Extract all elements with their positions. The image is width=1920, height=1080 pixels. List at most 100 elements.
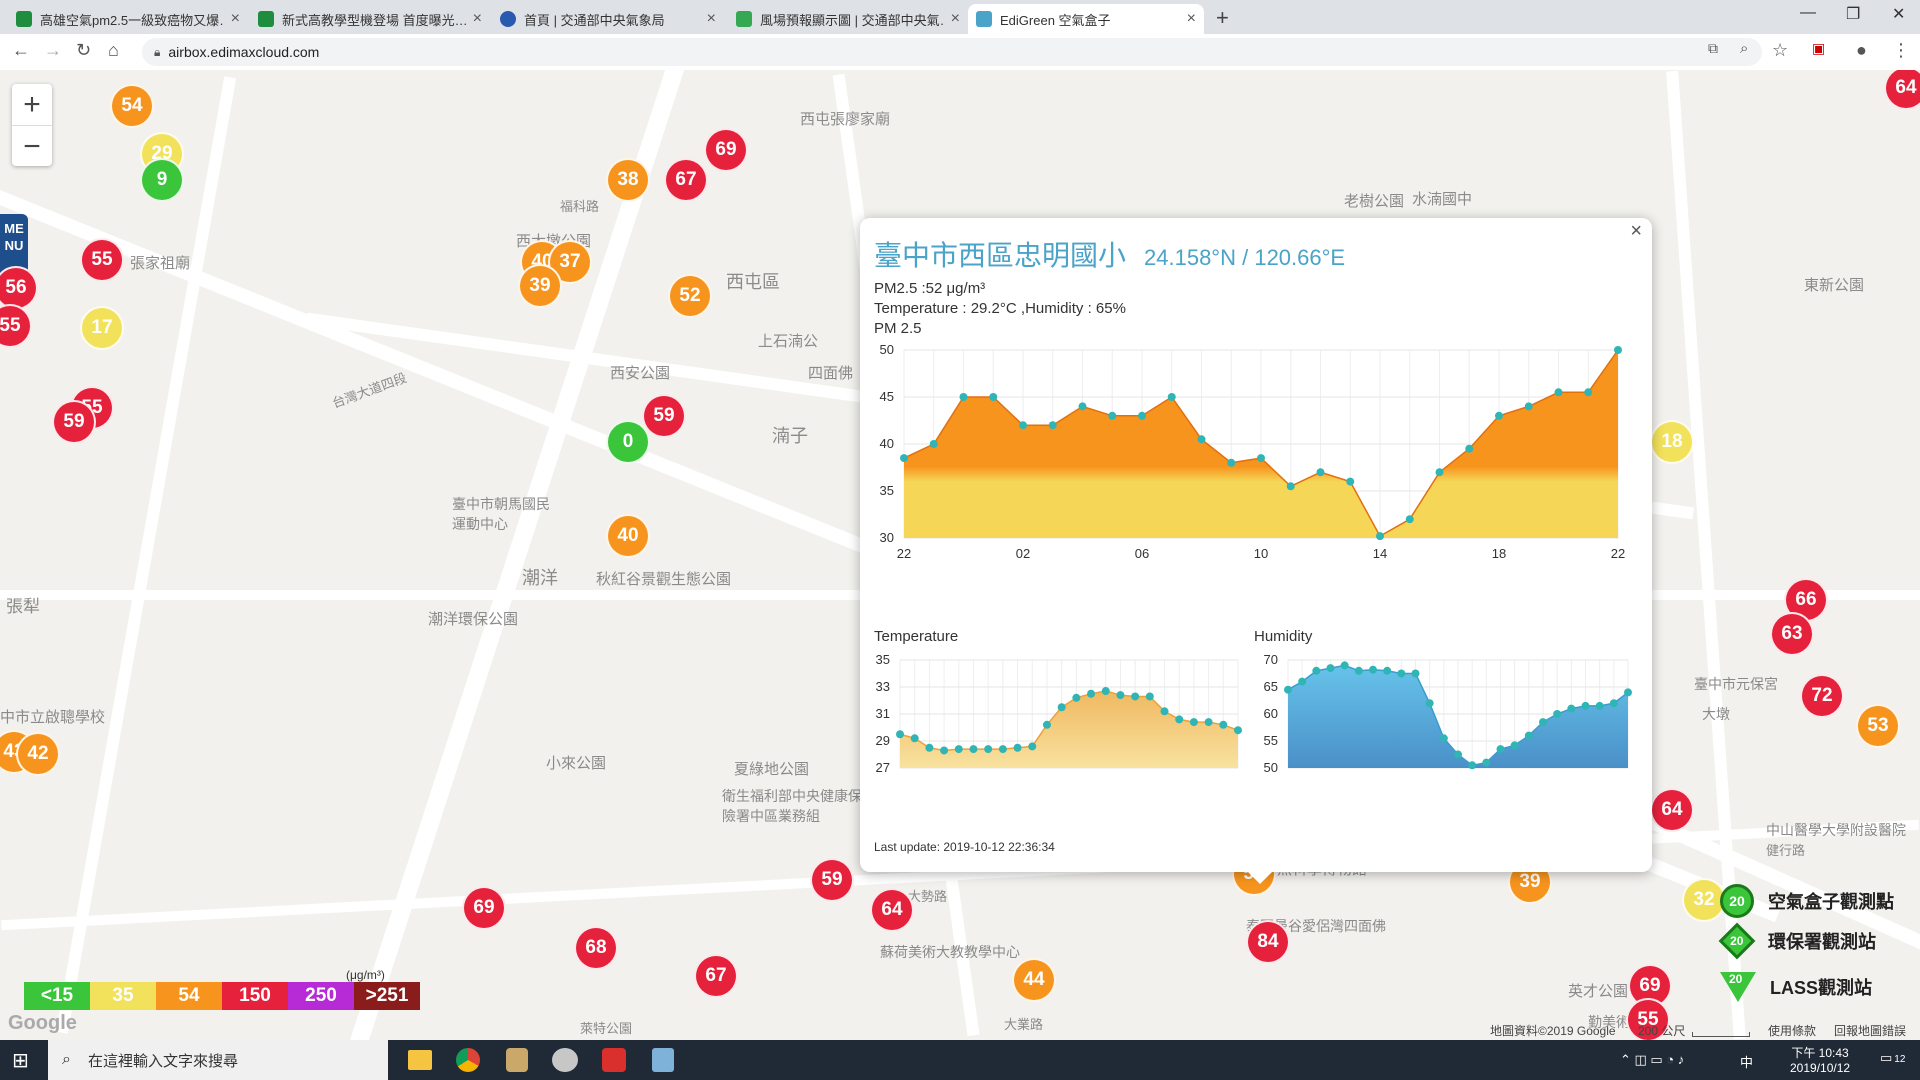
chrome-icon[interactable] bbox=[456, 1048, 480, 1072]
y-tick-label: 70 bbox=[1264, 652, 1278, 667]
close-tab-icon[interactable]: × bbox=[1187, 10, 1196, 28]
zoom-in-button[interactable]: + bbox=[12, 84, 52, 125]
station-legend-epa[interactable]: 20 環保署觀測站 bbox=[1718, 922, 1876, 960]
station-marker[interactable]: 67 bbox=[664, 158, 708, 202]
terms-link[interactable]: 使用條款 bbox=[1768, 1022, 1816, 1039]
taskbar-search-input[interactable]: ⌕ 在這裡輸入文字來搜尋 bbox=[48, 1040, 388, 1080]
station-marker[interactable]: 64 bbox=[870, 888, 914, 932]
station-legend-lass[interactable]: 20 LASS觀測站 bbox=[1720, 972, 1872, 1002]
y-tick-label: 40 bbox=[880, 436, 894, 451]
station-marker[interactable]: 59 bbox=[52, 400, 96, 444]
legend-item: >251 bbox=[354, 982, 420, 1010]
station-marker[interactable]: 18 bbox=[1650, 420, 1694, 464]
home-icon[interactable]: ⌂ bbox=[108, 40, 119, 61]
data-point bbox=[1340, 661, 1349, 670]
close-popup-button[interactable]: × bbox=[1630, 220, 1642, 243]
close-tab-icon[interactable]: × bbox=[951, 10, 960, 28]
station-marker[interactable]: 59 bbox=[810, 858, 854, 902]
forward-icon[interactable]: → bbox=[44, 40, 62, 61]
data-point bbox=[1496, 745, 1505, 754]
tab-3[interactable]: 風場預報顯示圖 | 交通部中央氣… × bbox=[728, 4, 968, 34]
y-tick-label: 65 bbox=[1264, 679, 1278, 694]
app-icon[interactable] bbox=[552, 1048, 578, 1072]
station-legend-label: LASS觀測站 bbox=[1770, 978, 1873, 998]
app-icon[interactable] bbox=[652, 1048, 674, 1072]
profile-icon[interactable]: ● bbox=[1856, 40, 1867, 61]
tab-2[interactable]: 首頁 | 交通部中央氣象局 × bbox=[492, 4, 724, 34]
station-legend-label: 空氣盒子觀測點 bbox=[1768, 892, 1894, 912]
y-tick-label: 29 bbox=[876, 733, 890, 748]
tab-4[interactable]: EdiGreen 空氣盒子 × bbox=[968, 4, 1204, 34]
restore-icon[interactable]: ❐ bbox=[1846, 4, 1860, 24]
station-marker[interactable]: 52 bbox=[668, 274, 712, 318]
station-title: 臺中市西區忠明國小 24.158°N / 120.66°E bbox=[874, 234, 1345, 274]
extension-icon[interactable]: ▣ bbox=[1812, 40, 1825, 57]
data-point bbox=[1346, 477, 1355, 486]
tab-1[interactable]: 新式高教學型機登場 首度曝光… × bbox=[250, 4, 490, 34]
windows-start-icon[interactable]: ⊞ bbox=[12, 1048, 29, 1073]
station-marker[interactable]: 72 bbox=[1800, 674, 1844, 718]
station-marker[interactable]: 39 bbox=[518, 264, 562, 308]
station-marker[interactable]: 63 bbox=[1770, 612, 1814, 656]
close-window-icon[interactable]: ✕ bbox=[1892, 4, 1905, 24]
station-marker[interactable]: 84 bbox=[1246, 920, 1290, 964]
app-icon[interactable] bbox=[602, 1048, 626, 1072]
station-marker[interactable]: 38 bbox=[606, 158, 650, 202]
map-canvas[interactable]: 張家祖廟 西大墩公園 西屯區 西安公園 湳子 臺中市朝馬國民運動中心 潮洋 秋紅… bbox=[0, 70, 1920, 1040]
report-map-error-link[interactable]: 回報地圖錯誤 bbox=[1834, 1022, 1906, 1039]
station-legend-airbox[interactable]: 20 空氣盒子觀測點 bbox=[1720, 884, 1894, 918]
x-tick-label: 18 bbox=[1492, 546, 1506, 561]
station-marker[interactable]: 64 bbox=[1650, 788, 1694, 832]
data-point bbox=[1284, 685, 1292, 694]
station-marker[interactable]: 17 bbox=[80, 306, 124, 350]
tray-icons[interactable]: ⌃ ◫ ▭ ◔ ♪ bbox=[1620, 1052, 1684, 1068]
notification-icon[interactable]: ▭ 12 bbox=[1880, 1050, 1905, 1066]
station-marker[interactable]: 9 bbox=[140, 158, 184, 202]
chrome-menu-icon[interactable]: ⋮ bbox=[1892, 40, 1910, 61]
bookmark-star-icon[interactable]: ☆ bbox=[1772, 40, 1788, 61]
station-marker[interactable]: 68 bbox=[574, 926, 618, 970]
data-point bbox=[1019, 421, 1027, 430]
url-input[interactable]: 🔒︎ airbox.edimaxcloud.com bbox=[142, 38, 1762, 66]
close-tab-icon[interactable]: × bbox=[231, 10, 240, 28]
data-point bbox=[910, 734, 919, 743]
new-tab-icon[interactable]: + bbox=[1216, 5, 1229, 31]
ime-indicator[interactable]: 中 bbox=[1740, 1052, 1753, 1071]
tab-title: 首頁 | 交通部中央氣象局 bbox=[524, 12, 665, 28]
data-point bbox=[1072, 693, 1081, 702]
close-tab-icon[interactable]: × bbox=[473, 10, 482, 28]
station-marker[interactable]: 55 bbox=[80, 238, 124, 282]
map-scale[interactable]: 200 公尺 bbox=[1638, 1022, 1685, 1039]
tab-0[interactable]: 高雄空氣pm2.5一級致癌物又爆… × bbox=[8, 4, 248, 34]
lock-icon: 🔒︎ bbox=[154, 44, 161, 59]
minimize-icon[interactable]: — bbox=[1800, 4, 1816, 22]
data-point bbox=[1167, 393, 1176, 401]
back-icon[interactable]: ← bbox=[12, 40, 30, 61]
station-marker[interactable]: 59 bbox=[642, 394, 686, 438]
clock[interactable]: 下午 10:43 2019/10/12 bbox=[1790, 1044, 1850, 1075]
zoom-icon[interactable]: ⌕ bbox=[1740, 40, 1748, 57]
clock-date: 2019/10/12 bbox=[1790, 1061, 1851, 1075]
station-marker[interactable]: 67 bbox=[694, 954, 738, 998]
station-marker[interactable]: 54 bbox=[110, 84, 154, 128]
data-point bbox=[1435, 468, 1444, 477]
station-marker[interactable]: 55 bbox=[0, 304, 32, 348]
station-marker[interactable]: 42 bbox=[16, 732, 60, 776]
station-marker[interactable]: 40 bbox=[606, 514, 650, 558]
app-icon[interactable] bbox=[506, 1048, 528, 1072]
station-marker[interactable]: 69 bbox=[462, 886, 506, 930]
translate-icon[interactable]: ⧉ bbox=[1708, 40, 1718, 57]
station-marker[interactable]: 64 bbox=[1884, 70, 1920, 110]
station-marker[interactable]: 44 bbox=[1012, 958, 1056, 1002]
station-marker[interactable]: 53 bbox=[1856, 704, 1900, 748]
close-tab-icon[interactable]: × bbox=[707, 10, 716, 28]
data-point bbox=[1468, 761, 1477, 770]
zoom-out-button[interactable]: − bbox=[12, 125, 52, 167]
map-label: 中山醫學大學附設醫院 bbox=[1766, 822, 1906, 838]
station-marker[interactable]: 0 bbox=[606, 420, 650, 464]
reload-icon[interactable]: ↻ bbox=[76, 40, 91, 61]
station-marker[interactable]: 69 bbox=[704, 128, 748, 172]
file-explorer-icon[interactable] bbox=[408, 1050, 432, 1070]
map-label: 中市立啟聰學校 bbox=[0, 709, 106, 726]
temperature-chart-title: Temperature bbox=[874, 628, 959, 645]
